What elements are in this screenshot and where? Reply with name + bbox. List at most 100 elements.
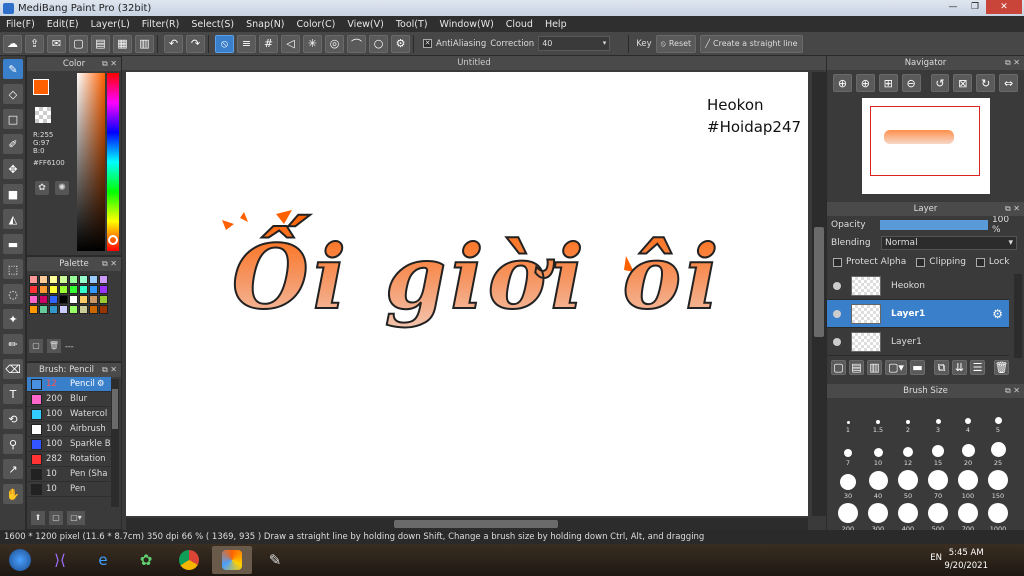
- lasso-tool-icon[interactable]: ◌: [3, 284, 23, 304]
- menu-help[interactable]: Help: [539, 19, 573, 30]
- select-tool-icon[interactable]: ⬚: [3, 259, 23, 279]
- brush-size-option[interactable]: 500: [923, 500, 953, 533]
- palette-swatch[interactable]: [39, 295, 48, 304]
- menu-filter[interactable]: Filter(R): [136, 19, 186, 30]
- palette-swatch[interactable]: [99, 295, 108, 304]
- brush-size-option[interactable]: 3: [923, 401, 953, 434]
- brush-list-item[interactable]: 200 Blur: [27, 392, 111, 407]
- protect-alpha-checkbox[interactable]: [833, 257, 842, 267]
- brush-size-option[interactable]: 150: [983, 467, 1013, 500]
- brush-list-item[interactable]: 100 Watercol: [27, 407, 111, 422]
- brush-list-item[interactable]: 10 Pen (Sha: [27, 467, 111, 482]
- zoom-in-icon[interactable]: ⊕: [833, 74, 852, 92]
- palette-swatch[interactable]: [49, 295, 58, 304]
- redo-icon[interactable]: ↷: [186, 34, 205, 53]
- straight-line-button[interactable]: ╱ Create a straight line: [700, 34, 803, 53]
- app-icon-green[interactable]: ✿: [126, 546, 166, 574]
- circle-snap-icon[interactable]: ○: [369, 34, 388, 53]
- close-icon[interactable]: ⧉ ✕: [1005, 56, 1020, 70]
- menu-file[interactable]: File(F): [0, 19, 41, 30]
- reset-button[interactable]: ⦸ Reset: [655, 34, 697, 53]
- palette-swatch[interactable]: [99, 275, 108, 284]
- brush-size-option[interactable]: 700: [953, 500, 983, 533]
- menu-edit[interactable]: Edit(E): [41, 19, 85, 30]
- brush-size-option[interactable]: 25: [983, 434, 1013, 467]
- brush-scrollbar-thumb[interactable]: [112, 389, 118, 429]
- close-icon[interactable]: ⧉ ✕: [102, 257, 117, 271]
- snap-off-icon[interactable]: ⦸: [215, 34, 234, 53]
- brush-size-option[interactable]: 1000: [983, 500, 1013, 533]
- clipping-checkbox[interactable]: [916, 257, 926, 267]
- palette-swatch[interactable]: [69, 285, 78, 294]
- blending-select[interactable]: Normal ▾: [881, 236, 1017, 250]
- menu-layer[interactable]: Layer(L): [85, 19, 136, 30]
- brush-size-option[interactable]: 100: [953, 467, 983, 500]
- close-icon[interactable]: ⧉ ✕: [1005, 202, 1020, 216]
- brush-size-option[interactable]: 2: [893, 401, 923, 434]
- new-halftone-layer-icon[interactable]: ▤: [849, 360, 864, 375]
- palette-swatch[interactable]: [69, 305, 78, 314]
- reset-view-icon[interactable]: ⊠: [953, 74, 973, 92]
- merge-layer-icon[interactable]: ⇊: [952, 360, 967, 375]
- saturation-value-picker[interactable]: [77, 73, 105, 251]
- bucket-tool-icon[interactable]: ◭: [3, 209, 23, 229]
- brush-size-option[interactable]: 10: [863, 434, 893, 467]
- eyedropper-tool-icon[interactable]: ⚲: [3, 434, 23, 454]
- brush-size-option[interactable]: 30: [833, 467, 863, 500]
- add-palette-icon[interactable]: ▢: [29, 339, 43, 353]
- brush-size-option[interactable]: 200: [833, 500, 863, 533]
- color-settings-icon[interactable]: ✺: [55, 181, 69, 195]
- parallel-snap-icon[interactable]: ≡: [237, 34, 256, 53]
- brush-size-option[interactable]: 300: [863, 500, 893, 533]
- close-button[interactable]: ✕: [986, 0, 1022, 14]
- divide-tool-icon[interactable]: ⟲: [3, 409, 23, 429]
- palette-swatch[interactable]: [39, 305, 48, 314]
- fill-shape-tool-icon[interactable]: ■: [3, 184, 23, 204]
- new-layer-icon[interactable]: ▢: [831, 360, 846, 375]
- palette-swatch[interactable]: [79, 305, 88, 314]
- palette-swatch[interactable]: [99, 285, 108, 294]
- undo-icon[interactable]: ↶: [164, 34, 183, 53]
- palette-swatch[interactable]: [29, 305, 38, 314]
- chrome-icon[interactable]: [169, 546, 209, 574]
- flip-icon[interactable]: ⇔: [999, 74, 1018, 92]
- palette-swatch[interactable]: [89, 305, 98, 314]
- palette-swatch[interactable]: [49, 305, 58, 314]
- folder-icon[interactable]: ▬: [910, 360, 925, 375]
- maximize-button[interactable]: ❐: [964, 0, 986, 14]
- text-tool-icon[interactable]: T: [3, 384, 23, 404]
- brush-size-option[interactable]: 15: [923, 434, 953, 467]
- lock-checkbox[interactable]: [975, 257, 985, 267]
- layers-icon[interactable]: ▥: [135, 34, 154, 53]
- brush-list-item[interactable]: 10 Pen: [27, 482, 111, 497]
- rectangle-tool-icon[interactable]: □: [3, 109, 23, 129]
- layer-row[interactable]: Layer1 ⚙: [827, 300, 1009, 328]
- curve-snap-icon[interactable]: ⌒: [347, 34, 366, 53]
- brush-size-option[interactable]: 5: [983, 401, 1013, 434]
- settings-icon[interactable]: ⚙: [391, 34, 410, 53]
- language-indicator[interactable]: EN: [930, 553, 942, 563]
- visibility-icon[interactable]: [833, 309, 841, 318]
- canvas-tab[interactable]: Untitled: [122, 56, 826, 70]
- horizontal-scrollbar-thumb[interactable]: [394, 520, 558, 528]
- hue-slider[interactable]: [107, 73, 119, 251]
- palette-swatch[interactable]: [59, 295, 68, 304]
- layer-vertical-scrollbar[interactable]: [1014, 274, 1022, 358]
- magic-wand-tool-icon[interactable]: ✦: [3, 309, 23, 329]
- brush-list-item[interactable]: 282 Rotation: [27, 452, 111, 467]
- select-pen-tool-icon[interactable]: ✏: [3, 334, 23, 354]
- visibility-icon[interactable]: [833, 337, 841, 346]
- palette-swatch[interactable]: [79, 285, 88, 294]
- hue-slider-handle[interactable]: [108, 235, 118, 245]
- paint-icon[interactable]: ✎: [255, 546, 295, 574]
- vertical-scrollbar-thumb[interactable]: [814, 227, 824, 337]
- brush-size-option[interactable]: 20: [953, 434, 983, 467]
- close-icon[interactable]: ⧉ ✕: [1005, 384, 1020, 398]
- palette-swatch[interactable]: [39, 285, 48, 294]
- palette-swatch[interactable]: [99, 305, 108, 314]
- brush-scrollbar[interactable]: [111, 379, 119, 507]
- layer-row[interactable]: Layer1: [827, 328, 1009, 356]
- radial-snap-icon[interactable]: ✳: [303, 34, 322, 53]
- save-icon[interactable]: ▤: [91, 34, 110, 53]
- select-eraser-tool-icon[interactable]: ⌫: [3, 359, 23, 379]
